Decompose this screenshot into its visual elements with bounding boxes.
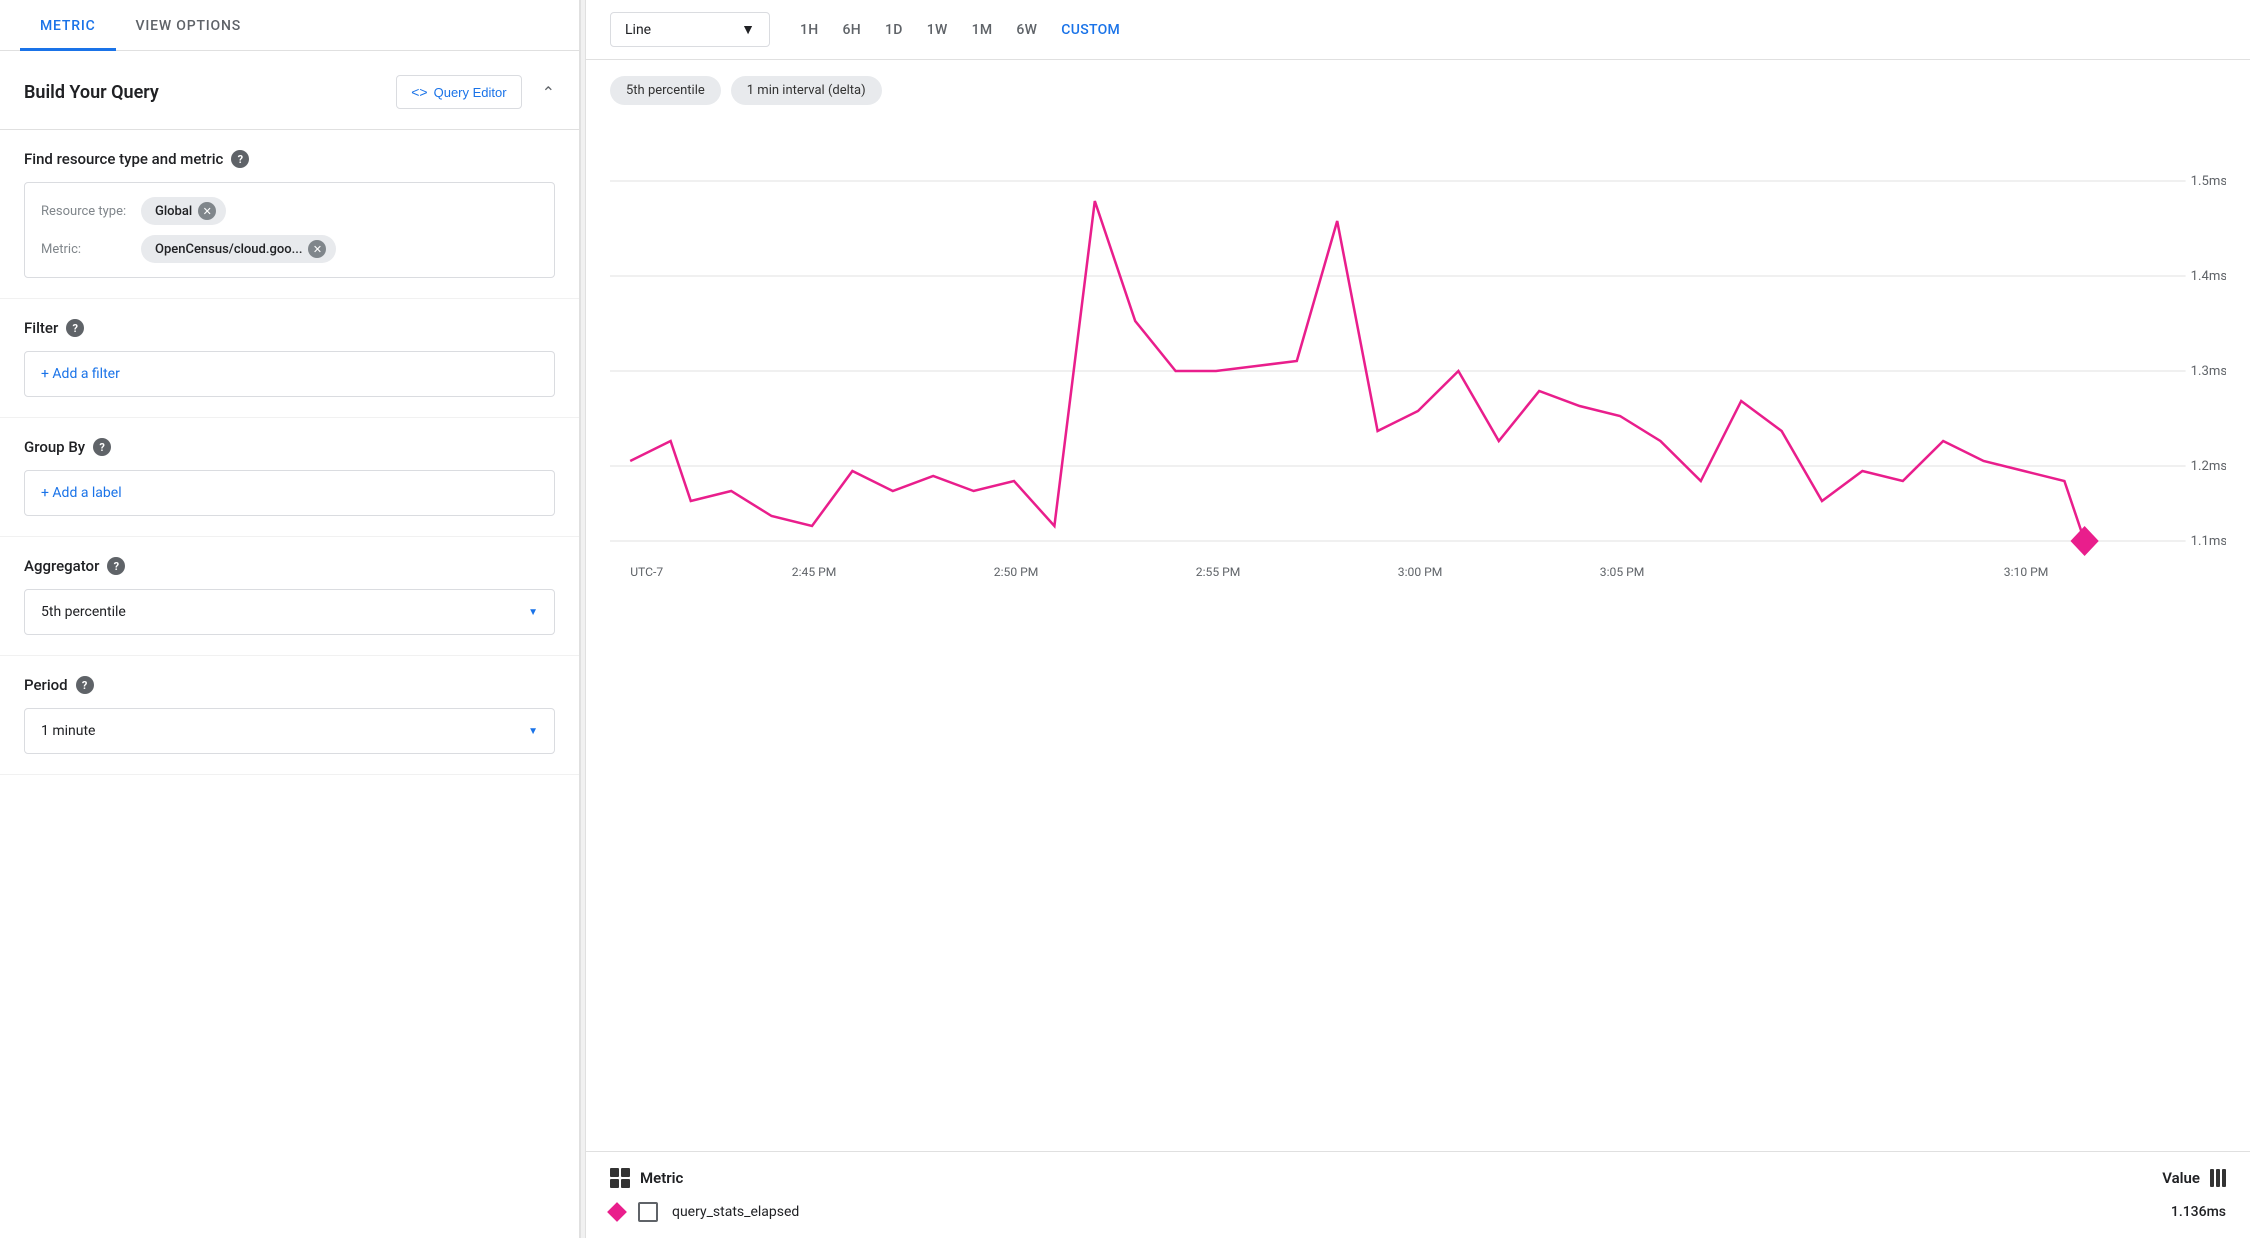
group-by-title: Group By ? [24,438,555,456]
chart-svg: 1.5ms 1.4ms 1.3ms 1.2ms 1.1ms UTC-7 2:45… [610,121,2226,601]
group-by-section: Group By ? + Add a label [0,418,579,537]
time-btn-6h[interactable]: 6H [833,16,872,44]
svg-text:3:05 PM: 3:05 PM [1600,565,1645,579]
chart-pills: 5th percentile 1 min interval (delta) [610,76,2226,105]
time-btn-1d[interactable]: 1D [875,16,913,44]
svg-text:3:10 PM: 3:10 PM [2004,565,2049,579]
group-by-label: Group By [24,438,85,456]
filter-help-icon[interactable]: ? [66,319,84,337]
find-resource-label: Find resource type and metric [24,150,223,168]
resource-type-value: Global [155,204,192,219]
chart-area: 5th percentile 1 min interval (delta) 1.… [586,60,2250,1151]
tabs-container: METRIC VIEW OPTIONS [0,0,579,51]
time-btn-1w[interactable]: 1W [917,16,958,44]
legend-row: query_stats_elapsed 1.136ms [610,1202,2226,1222]
svg-text:2:45 PM: 2:45 PM [792,565,837,579]
query-editor-button[interactable]: <> Query Editor [396,75,521,109]
chart-type-label: Line [625,22,651,38]
svg-text:1.5ms: 1.5ms [2191,174,2226,189]
tab-metric[interactable]: METRIC [20,0,116,50]
time-buttons-container: 1H 6H 1D 1W 1M 6W CUSTOM [790,16,1130,44]
build-query-title: Build Your Query [24,82,159,103]
find-resource-help-icon[interactable]: ? [231,150,249,168]
period-dropdown-arrow: ▼ [528,726,538,737]
legend-metric-column-label: Metric [610,1168,683,1188]
legend-metric-value: 1.136ms [2171,1204,2226,1220]
filter-section: Filter ? + Add a filter [0,299,579,418]
svg-text:UTC-7: UTC-7 [630,565,663,579]
metric-close-icon[interactable]: ✕ [308,240,326,258]
time-btn-1h[interactable]: 1H [790,16,829,44]
period-section: Period ? 1 minute ▼ [0,656,579,775]
chart-type-select[interactable]: Line ▼ [610,12,770,47]
chart-type-arrow: ▼ [741,21,755,38]
add-label-box[interactable]: + Add a label [24,470,555,516]
query-editor-label: Query Editor [434,85,507,100]
metric-row: Metric: OpenCensus/cloud.goo... ✕ [41,235,538,263]
svg-text:2:55 PM: 2:55 PM [1196,565,1241,579]
legend-checkbox[interactable] [638,1202,658,1222]
filter-title: Filter ? [24,319,555,337]
columns-icon [2210,1169,2226,1187]
legend-header: Metric Value [610,1168,2226,1188]
legend-metric-name: query_stats_elapsed [672,1204,2157,1220]
period-value: 1 minute [41,723,95,739]
aggregator-label: Aggregator [24,557,99,575]
aggregator-help-icon[interactable]: ? [107,557,125,575]
metric-column-text: Metric [640,1169,683,1187]
legend-diamond [607,1202,627,1222]
period-label: Period [24,676,68,694]
aggregator-section: Aggregator ? 5th percentile ▼ [0,537,579,656]
group-by-help-icon[interactable]: ? [93,438,111,456]
legend-value-column-label: Value [2162,1169,2226,1187]
resource-type-row: Resource type: Global ✕ [41,197,538,225]
tab-view-options[interactable]: VIEW OPTIONS [116,0,261,50]
time-btn-1m[interactable]: 1M [962,16,1003,44]
left-panel: METRIC VIEW OPTIONS Build Your Query <> … [0,0,580,1238]
chart-wrapper: 1.5ms 1.4ms 1.3ms 1.2ms 1.1ms UTC-7 2:45… [610,121,2226,601]
metric-value: OpenCensus/cloud.goo... [155,242,302,257]
legend-area: Metric Value query_stats_elapsed 1 [586,1151,2250,1238]
percentile-pill[interactable]: 5th percentile [610,76,721,105]
period-help-icon[interactable]: ? [76,676,94,694]
filter-label: Filter [24,319,58,337]
metric-label: Metric: [41,242,131,257]
period-title: Period ? [24,676,555,694]
period-dropdown[interactable]: 1 minute ▼ [24,708,555,754]
svg-text:1.2ms: 1.2ms [2191,459,2226,474]
value-column-text: Value [2162,1169,2200,1187]
grid-icon [610,1168,630,1188]
svg-text:2:50 PM: 2:50 PM [994,565,1039,579]
collapse-icon[interactable]: ⌃ [542,83,555,102]
svg-text:1.1ms: 1.1ms [2191,534,2226,549]
right-panel: Line ▼ 1H 6H 1D 1W 1M 6W CUSTOM 5th perc… [586,0,2250,1238]
find-resource-title: Find resource type and metric ? [24,150,555,168]
aggregator-dropdown-arrow: ▼ [528,607,538,618]
find-resource-section: Find resource type and metric ? Resource… [0,130,579,299]
legend-line-marker [610,1205,624,1219]
aggregator-value: 5th percentile [41,604,126,620]
svg-text:1.3ms: 1.3ms [2191,364,2226,379]
time-btn-custom[interactable]: CUSTOM [1051,16,1130,44]
aggregator-dropdown[interactable]: 5th percentile ▼ [24,589,555,635]
interval-pill[interactable]: 1 min interval (delta) [731,76,882,105]
svg-text:3:00 PM: 3:00 PM [1398,565,1443,579]
metric-chip[interactable]: OpenCensus/cloud.goo... ✕ [141,235,336,263]
resource-box: Resource type: Global ✕ Metric: OpenCens… [24,182,555,278]
build-query-header: Build Your Query <> Query Editor ⌃ [0,51,579,129]
resource-type-close-icon[interactable]: ✕ [198,202,216,220]
resource-type-label: Resource type: [41,204,131,219]
time-btn-6w[interactable]: 6W [1006,16,1047,44]
resource-type-chip[interactable]: Global ✕ [141,197,226,225]
chart-toolbar: Line ▼ 1H 6H 1D 1W 1M 6W CUSTOM [586,0,2250,60]
code-icon: <> [411,84,427,100]
aggregator-title: Aggregator ? [24,557,555,575]
add-filter-box[interactable]: + Add a filter [24,351,555,397]
svg-text:1.4ms: 1.4ms [2191,269,2226,284]
